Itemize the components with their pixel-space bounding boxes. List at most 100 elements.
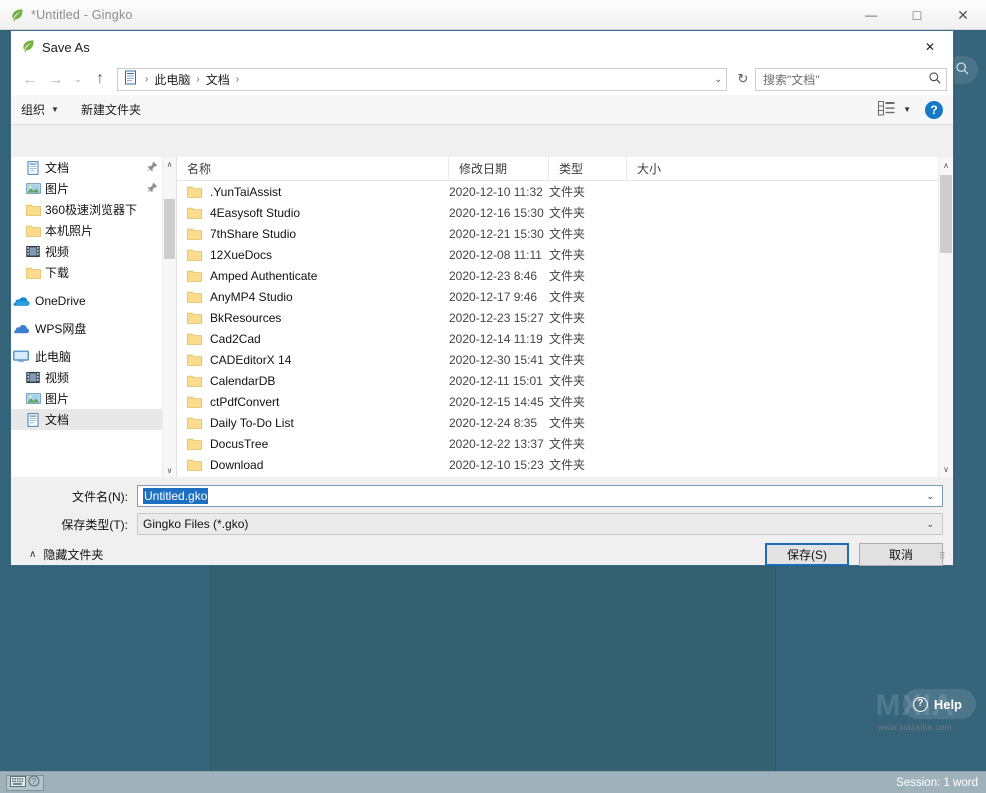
- cancel-button[interactable]: 取消: [859, 543, 943, 566]
- scrollbar-thumb[interactable]: [164, 199, 175, 259]
- documents-icon: [26, 412, 40, 427]
- file-type-cell: 文件夹: [549, 227, 586, 241]
- sidebar-item-6[interactable]: OneDrive: [11, 290, 176, 311]
- videos-icon: [23, 245, 43, 258]
- table-row[interactable]: BkResources 2020-12-23 15:27 文件夹: [177, 307, 938, 328]
- sidebar-item-10[interactable]: 图片: [11, 388, 176, 409]
- file-date-cell: 2020-12-16 15:30: [449, 205, 544, 220]
- table-row[interactable]: .YunTaiAssist 2020-12-10 11:32 文件夹: [177, 181, 938, 202]
- statusbar-keyboard-help-button[interactable]: ?: [6, 774, 44, 791]
- sidebar-item-11[interactable]: 文档: [11, 409, 176, 430]
- file-name-text: Cad2Cad: [210, 331, 261, 346]
- nav-back-button[interactable]: ←: [17, 67, 43, 91]
- column-header-size[interactable]: 大小: [627, 157, 805, 181]
- sidebar-item-5[interactable]: 下载: [11, 262, 176, 283]
- sidebar-item-0[interactable]: 文档: [11, 157, 176, 178]
- sidebar-item-9[interactable]: 视频: [11, 367, 176, 388]
- filename-input[interactable]: Untitled.gko ⌄: [137, 485, 943, 507]
- scroll-up-icon[interactable]: ∧: [939, 157, 953, 173]
- breadcrumb-item-documents[interactable]: 文档: [203, 71, 233, 88]
- dialog-close-button[interactable]: ✕: [907, 31, 953, 63]
- pin-icon[interactable]: [147, 161, 158, 175]
- folder-icon: [187, 206, 202, 219]
- table-row[interactable]: 7thShare Studio 2020-12-21 15:30 文件夹: [177, 223, 938, 244]
- organize-button[interactable]: 组织 ▼: [21, 101, 59, 118]
- window-minimize-button[interactable]: —: [848, 0, 894, 30]
- table-row[interactable]: Cad2Cad 2020-12-14 11:19 文件夹: [177, 328, 938, 349]
- file-type-cell: 文件夹: [549, 311, 586, 325]
- table-row[interactable]: CADEditorX 14 2020-12-30 15:41 文件夹: [177, 349, 938, 370]
- file-date-cell: 2020-12-21 15:30: [449, 226, 544, 241]
- filetype-select[interactable]: Gingko Files (*.gko) ⌄: [137, 513, 943, 535]
- help-button[interactable]: ? Help: [902, 689, 976, 719]
- nav-refresh-button[interactable]: ↻: [731, 68, 755, 91]
- file-date-cell: 2020-12-23 15:27: [449, 310, 544, 325]
- chevron-down-icon[interactable]: ⌄: [714, 74, 722, 85]
- sidebar-item-2[interactable]: 360极速浏览器下: [11, 199, 176, 220]
- dialog-help-button[interactable]: ?: [925, 100, 943, 119]
- scroll-up-icon[interactable]: ∧: [163, 157, 176, 171]
- table-row[interactable]: 12XueDocs 2020-12-08 11:11 文件夹: [177, 244, 938, 265]
- breadcrumb-item-this-pc[interactable]: 此电脑: [151, 71, 193, 88]
- new-folder-button[interactable]: 新建文件夹: [81, 101, 141, 118]
- nav-up-button[interactable]: ↑: [87, 67, 113, 91]
- folder-icon: [187, 416, 202, 429]
- table-row[interactable]: ctPdfConvert 2020-12-15 14:45 文件夹: [177, 391, 938, 412]
- file-date-cell: 2020-12-22 13:37: [449, 436, 544, 451]
- search-input[interactable]: 搜索"文档": [755, 67, 947, 91]
- breadcrumb-separator: ›: [235, 73, 240, 85]
- file-date-cell: 2020-12-14 11:19: [449, 331, 543, 346]
- file-name-text: CADEditorX 14: [210, 352, 292, 367]
- new-folder-label: 新建文件夹: [80, 103, 141, 117]
- search-icon[interactable]: [928, 71, 942, 88]
- minimize-icon: —: [865, 8, 877, 22]
- folder-icon: [187, 332, 202, 345]
- file-date-cell: 2020-12-15 14:45: [449, 394, 544, 409]
- pictures-icon: [25, 182, 41, 195]
- filename-value: Untitled.gko: [143, 488, 209, 504]
- file-type-cell: 文件夹: [549, 437, 586, 451]
- nav-history-dropdown-button[interactable]: ⌄: [69, 74, 87, 85]
- dialog-fields: 文件名(N): Untitled.gko ⌄ 保存类型(T): Gingko F…: [11, 477, 953, 537]
- resize-grip[interactable]: ⠿: [939, 552, 951, 564]
- table-row[interactable]: Amped Authenticate 2020-12-23 8:46 文件夹: [177, 265, 938, 286]
- file-name-text: BkResources: [210, 310, 282, 325]
- close-icon: ✕: [957, 6, 969, 23]
- table-row[interactable]: Download 2020-12-10 15:23 文件夹: [177, 454, 938, 475]
- file-type-cell: 文件夹: [549, 353, 586, 367]
- window-maximize-button[interactable]: □: [894, 0, 940, 30]
- chevron-down-icon[interactable]: ⌄: [926, 491, 934, 502]
- table-row[interactable]: CalendarDB 2020-12-11 15:01 文件夹: [177, 370, 938, 391]
- view-mode-button[interactable]: ▼: [878, 100, 911, 119]
- file-list-scrollbar[interactable]: ∧ ∨: [938, 157, 953, 477]
- table-row[interactable]: DocusTree 2020-12-22 13:37 文件夹: [177, 433, 938, 454]
- save-button[interactable]: 保存(S): [765, 543, 849, 566]
- table-row[interactable]: 4Easysoft Studio 2020-12-16 15:30 文件夹: [177, 202, 938, 223]
- table-row[interactable]: AnyMP4 Studio 2020-12-17 9:46 文件夹: [177, 286, 938, 307]
- window-close-button[interactable]: ✕: [940, 0, 986, 30]
- column-header-name[interactable]: 名称 ⌃: [177, 157, 449, 181]
- hide-folders-toggle[interactable]: ∧ 隐藏文件夹: [29, 546, 103, 563]
- file-name-text: CalendarDB: [210, 373, 276, 388]
- sidebar-item-4[interactable]: 视频: [11, 241, 176, 262]
- nav-forward-button[interactable]: →: [43, 67, 69, 91]
- sidebar-item-1[interactable]: 图片: [11, 178, 176, 199]
- sidebar-item-7[interactable]: WPS网盘: [11, 318, 176, 339]
- navigation-scrollbar[interactable]: ∧ ∨: [162, 157, 176, 477]
- chevron-down-icon[interactable]: ⌄: [926, 519, 934, 530]
- pin-icon[interactable]: [147, 182, 158, 196]
- organize-label: 组织: [21, 103, 46, 117]
- table-row[interactable]: Daily To-Do List 2020-12-24 8:35 文件夹: [177, 412, 938, 433]
- file-date-cell: 2020-12-24 8:35: [449, 415, 538, 430]
- scrollbar-thumb[interactable]: [940, 175, 952, 253]
- breadcrumb[interactable]: › 此电脑 › 文档 › ⌄: [117, 67, 727, 91]
- scroll-down-icon[interactable]: ∨: [163, 463, 176, 477]
- wps-cloud-icon: [13, 323, 30, 335]
- column-header-type[interactable]: 类型: [549, 157, 627, 181]
- sidebar-item-3[interactable]: 本机照片: [11, 220, 176, 241]
- refresh-icon: ↻: [737, 71, 749, 86]
- sidebar-item-8[interactable]: 此电脑: [11, 346, 176, 367]
- scroll-down-icon[interactable]: ∨: [939, 461, 953, 477]
- column-header-date[interactable]: 修改日期: [449, 157, 549, 181]
- documents-icon: [23, 160, 43, 175]
